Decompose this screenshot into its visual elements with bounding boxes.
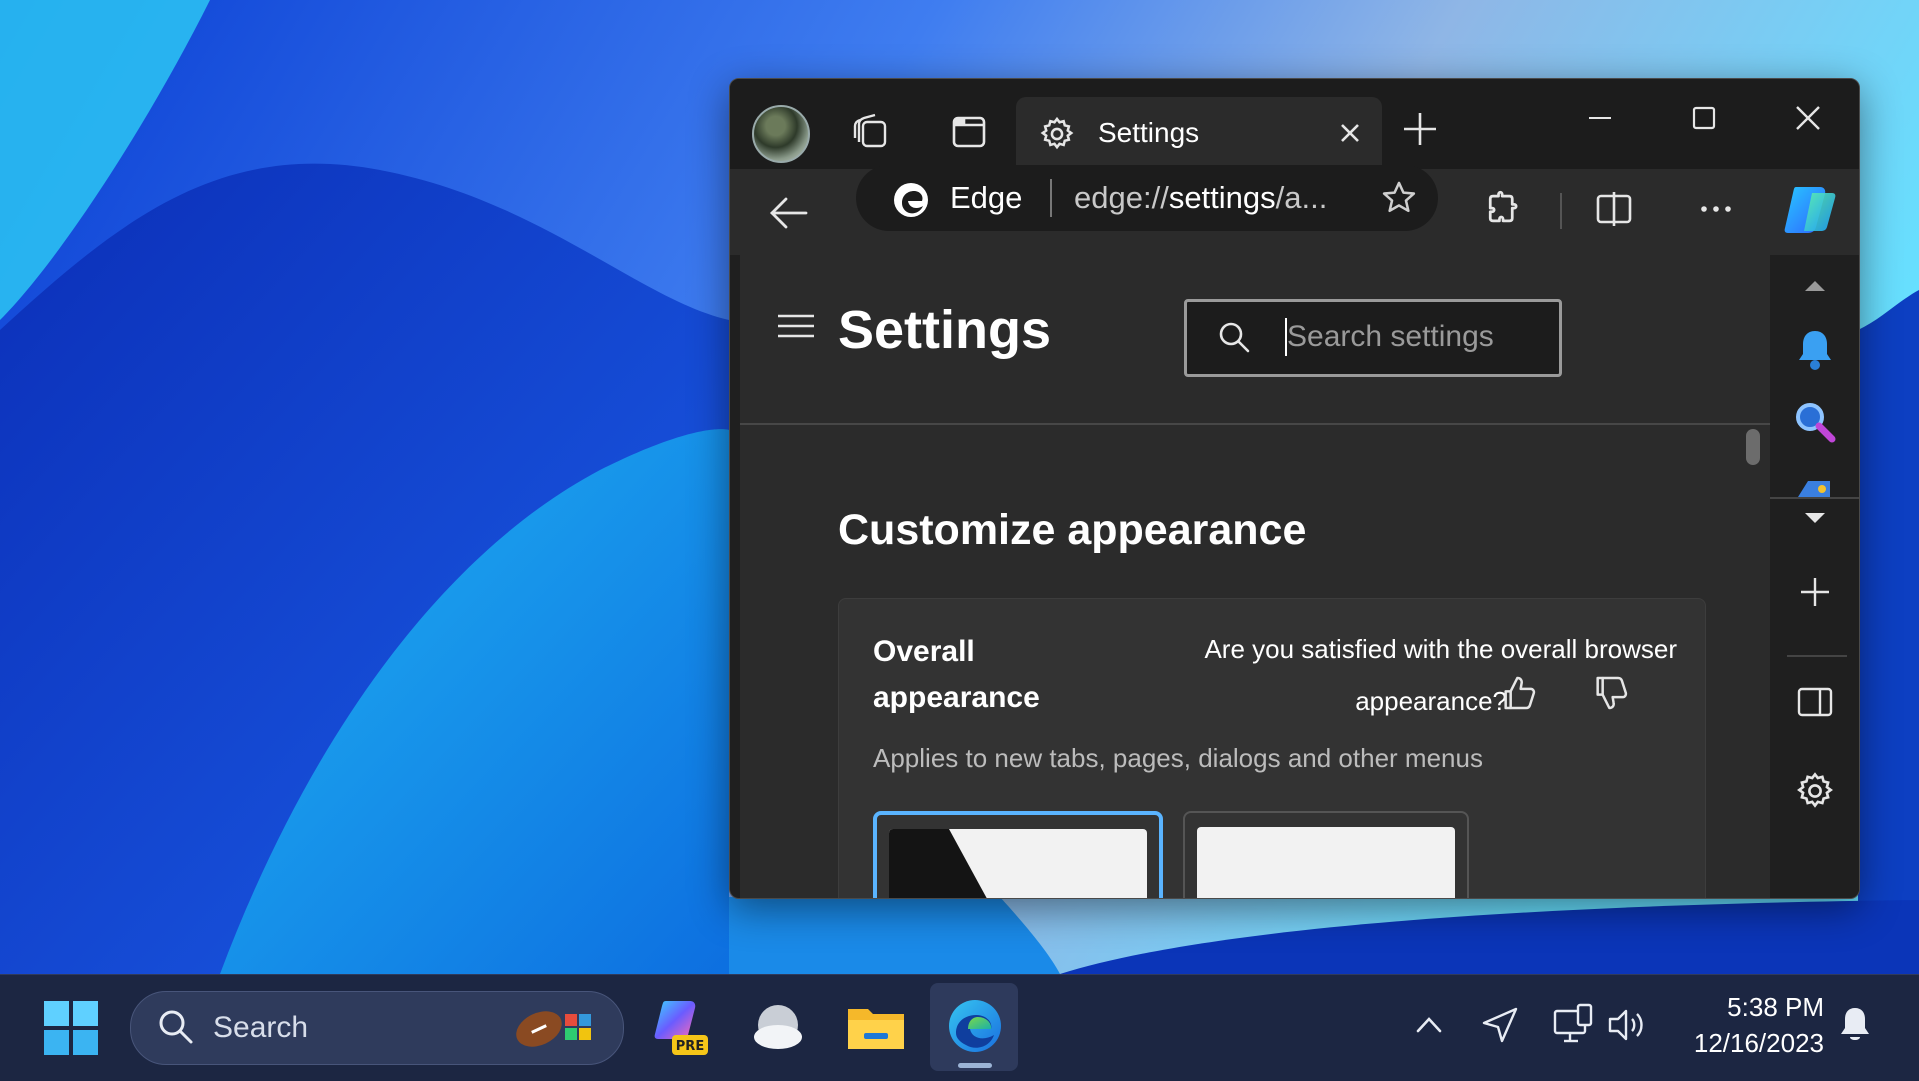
back-button[interactable] [766,191,810,240]
sidebar-divider-2 [1787,655,1847,657]
sidebar-settings-icon[interactable] [1770,770,1859,812]
taskbar-search-box[interactable]: Search [130,991,624,1065]
settings-page: Settings Search settings Customize appea… [740,255,1770,898]
address-bar[interactable]: Edge edge://settings/a... [856,165,1438,231]
browser-window: Settings Edge edge://settings/a... Setti… [729,78,1860,899]
page-title: Settings [838,300,1052,360]
show-hidden-icon[interactable] [1414,1013,1444,1042]
workspaces-icon[interactable] [846,107,896,157]
maximize-button[interactable] [1674,93,1734,143]
tab-title: Settings [1098,117,1200,148]
pre-badge-text: PRE [676,1039,704,1054]
card-description: Applies to new tabs, pages, dialogs and … [873,743,1483,773]
add-icon[interactable] [1770,575,1859,609]
more-button[interactable] [1694,187,1738,236]
edge-logo-icon [892,181,930,224]
theme-option-system[interactable] [873,811,1163,898]
clock-date: 12/16/2023 [1693,1028,1824,1058]
close-window-button[interactable] [1778,93,1838,143]
taskbar-search-placeholder: Search [213,1011,309,1044]
thumbs-down-icon[interactable] [1591,673,1631,718]
menu-icon[interactable] [776,311,816,346]
url-domain: settings [1168,180,1276,215]
profile-avatar[interactable] [752,105,810,163]
clock[interactable]: 5:38 PM 12/16/2023 [1648,989,1824,1061]
minimize-button[interactable] [1570,93,1630,143]
search-settings-input[interactable]: Search settings [1184,299,1562,377]
search-highlight-icon [509,1002,605,1061]
tab-settings[interactable]: Settings [1016,97,1382,169]
toolbar-separator [1560,193,1562,229]
sidebar-scroll-up-icon[interactable] [1770,275,1859,299]
tools-icon[interactable] [1770,473,1859,497]
taskbar-search-icon [157,1008,195,1051]
network-icon[interactable] [1552,1003,1594,1052]
new-tab-button[interactable] [1400,109,1440,154]
section-title: Customize appearance [838,506,1307,554]
volume-icon[interactable] [1606,1005,1650,1050]
notification-icon[interactable] [1770,327,1859,373]
split-screen-button[interactable] [1592,187,1636,236]
tab-close-icon[interactable] [1334,117,1366,154]
scrollbar-thumb[interactable] [1746,429,1760,465]
url-prefix: edge:// [1074,180,1169,215]
search-icon [1217,320,1251,359]
tab-actions-icon[interactable] [944,107,994,157]
start-icon[interactable] [44,1001,98,1060]
notifications-bell-icon[interactable] [1838,1005,1872,1050]
edge-sidebar [1770,255,1859,898]
url-suffix: /a... [1275,180,1328,215]
overall-appearance-card: Overall appearance Are you satisfied wit… [838,598,1706,898]
sidebar-divider [1770,497,1859,499]
tab-strip: Settings [730,79,1859,169]
location-icon[interactable] [1480,1005,1520,1050]
copilot-pre-icon[interactable]: PRE [650,997,710,1062]
url-text: edge://settings/a... [1074,179,1327,217]
clock-time: 5:38 PM [1727,992,1824,1022]
copilot-icon[interactable] [1782,183,1838,242]
site-identity-label: Edge [950,180,1023,215]
card-label: Overall appearance [873,635,1040,714]
edge-running-indicator [958,1063,992,1068]
favorite-star-icon[interactable] [1380,179,1418,222]
thumbs-up-icon[interactable] [1499,673,1539,718]
feedback-question: Are you satisfied with the overall brows… [1079,623,1677,727]
search-placeholder: Search settings [1287,320,1494,353]
address-separator [1050,179,1052,217]
settings-gear-icon [1038,115,1076,158]
sidebar-search-icon[interactable] [1770,399,1859,445]
theme-preview-system [889,829,1147,898]
file-explorer-icon[interactable] [846,1003,906,1058]
edge-icon[interactable] [946,997,1004,1060]
theme-option-light[interactable] [1183,811,1469,898]
extensions-button[interactable] [1482,187,1526,236]
header-divider [740,423,1770,425]
theme-preview-light [1197,827,1455,898]
weather-icon[interactable] [748,1001,806,1060]
hide-sidebar-icon[interactable] [1770,685,1859,719]
taskbar: Search PRE 5:38 PM 12/16/2023 [0,974,1919,1081]
sidebar-scroll-down-icon[interactable] [1770,505,1859,529]
